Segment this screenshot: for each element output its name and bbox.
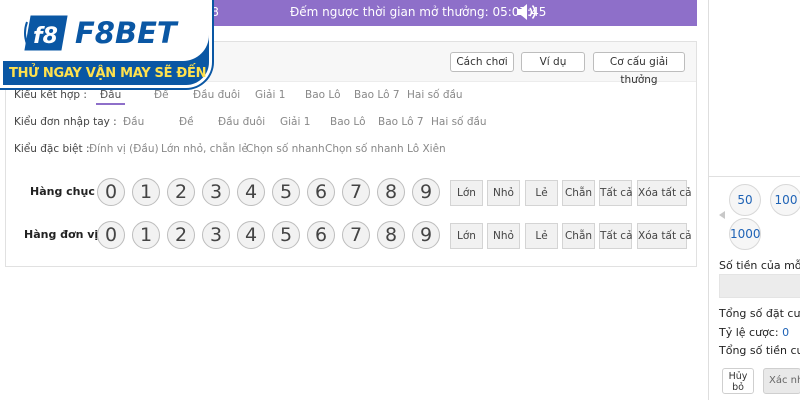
chip-1000[interactable]: 1000 xyxy=(729,218,761,250)
combo-option-bao-lo[interactable]: Bao Lô xyxy=(305,89,341,101)
special-type-label: Kiểu đặc biệt : xyxy=(14,143,90,155)
tens-even-button[interactable]: Chẵn xyxy=(562,180,595,206)
odds-label: Tỷ lệ cược: xyxy=(719,326,779,339)
combo-type-label: Kiểu kết hợp : xyxy=(14,89,87,101)
cancel-button[interactable]: Hủy bỏ xyxy=(722,368,754,394)
manual-type-label: Kiểu đơn nhập tay : xyxy=(14,116,117,128)
tens-digit-3[interactable]: 3 xyxy=(202,178,230,206)
units-clear-all-button[interactable]: Xóa tất cả xyxy=(637,223,692,249)
tens-digit-5[interactable]: 5 xyxy=(272,178,300,206)
brand-slogan: THỬ NGAY VẬN MAY SẼ ĐẾN xyxy=(9,66,207,81)
brand-name: F8BET xyxy=(75,16,177,50)
tens-digit-6[interactable]: 6 xyxy=(307,178,335,206)
tens-digit-0[interactable]: 0 xyxy=(97,178,125,206)
units-digit-6[interactable]: 6 xyxy=(307,221,335,249)
units-digit-9[interactable]: 9 xyxy=(412,221,440,249)
combo-option-hai-so-dau[interactable]: Hai số đầu xyxy=(407,89,463,101)
combo-option-dau-duoi[interactable]: Đầu đuôi xyxy=(193,89,240,101)
tens-digit-4[interactable]: 4 xyxy=(237,178,265,206)
combo-option-dau[interactable]: Đầu xyxy=(95,89,126,105)
combo-option-bao-lo-7[interactable]: Bao Lô 7 xyxy=(354,89,400,101)
manual-option-hai-so-dau[interactable]: Hai số đầu xyxy=(431,116,487,128)
divider xyxy=(709,176,800,177)
units-digit-7[interactable]: 7 xyxy=(342,221,370,249)
example-button[interactable]: Ví dụ xyxy=(521,52,585,72)
units-all-button[interactable]: Tất cả xyxy=(599,223,633,249)
tens-clear-all-button[interactable]: Xóa tất cả xyxy=(637,180,692,206)
units-digit-4[interactable]: 4 xyxy=(237,221,265,249)
manual-option-de[interactable]: Đề xyxy=(179,116,194,128)
tens-digit-9[interactable]: 9 xyxy=(412,178,440,206)
units-digit-2[interactable]: 2 xyxy=(167,221,195,249)
units-small-button[interactable]: Nhỏ xyxy=(487,223,520,249)
manual-option-bao-lo-7[interactable]: Bao Lô 7 xyxy=(378,116,424,128)
special-option-dinh-vi[interactable]: Đính vị (Đầu) xyxy=(89,143,159,155)
units-digit-1[interactable]: 1 xyxy=(132,221,160,249)
brand-logo[interactable]: f8 F8BET THỬ NGAY VẬN MAY SẼ ĐẾN xyxy=(0,0,212,88)
tens-digit-8[interactable]: 8 xyxy=(377,178,405,206)
draw-countdown: Đếm ngược thời gian mở thưởng: 05:07:45 xyxy=(290,5,547,19)
tens-digit-7[interactable]: 7 xyxy=(342,178,370,206)
manual-option-bao-lo[interactable]: Bao Lô xyxy=(330,116,366,128)
total-bets-label: Tổng số đặt cược xyxy=(719,307,800,320)
manual-option-dau[interactable]: Đầu xyxy=(123,116,144,128)
units-even-button[interactable]: Chẵn xyxy=(562,223,595,249)
chip-50[interactable]: 50 xyxy=(729,184,761,216)
how-to-play-button[interactable]: Cách chơi xyxy=(450,52,514,72)
amount-per-bet-input[interactable] xyxy=(719,274,800,298)
special-option-chon-so-nhanh[interactable]: Chọn số nhanh xyxy=(246,143,325,155)
units-digit-3[interactable]: 3 xyxy=(202,221,230,249)
svg-text:f8: f8 xyxy=(33,24,58,49)
amount-per-bet-label: Số tiền của mỗi c xyxy=(719,259,800,272)
special-option-chon-so-nhanh-lo-xien[interactable]: Chọn số nhanh Lô Xiên xyxy=(325,143,446,155)
units-big-button[interactable]: Lớn xyxy=(450,223,483,249)
tens-big-button[interactable]: Lớn xyxy=(450,180,483,206)
units-row-label: Hàng đơn vị xyxy=(24,228,99,241)
manual-option-dau-duoi[interactable]: Đầu đuôi xyxy=(218,116,265,128)
odds-value: 0 xyxy=(782,326,790,339)
odds-row: Tỷ lệ cược: 0 xyxy=(719,326,789,339)
manual-option-giai-1[interactable]: Giải 1 xyxy=(280,116,310,128)
special-option-lon-nho-chan-le[interactable]: Lớn nhỏ, chẵn lẻ xyxy=(161,143,248,155)
f8-emblem-icon: f8 xyxy=(24,15,68,51)
chip-100[interactable]: 100 xyxy=(770,184,800,216)
confirm-button[interactable]: Xác nhận xyxy=(763,368,800,394)
total-amount-label: Tổng số tiền cược xyxy=(719,344,800,357)
combo-option-giai-1[interactable]: Giải 1 xyxy=(255,89,285,101)
units-odd-button[interactable]: Lẻ xyxy=(525,223,558,249)
tens-small-button[interactable]: Nhỏ xyxy=(487,180,520,206)
bet-slip-sidebar: 50 100 1000 Số tiền của mỗi c Tổng số đặ… xyxy=(708,0,800,400)
units-digit-5[interactable]: 5 xyxy=(272,221,300,249)
units-digit-0[interactable]: 0 xyxy=(97,221,125,249)
tens-all-button[interactable]: Tất cả xyxy=(599,180,633,206)
tens-odd-button[interactable]: Lẻ xyxy=(525,180,558,206)
prize-structure-button[interactable]: Cơ cấu giải thưởng xyxy=(593,52,685,86)
tens-digit-2[interactable]: 2 xyxy=(167,178,195,206)
speaker-icon[interactable] xyxy=(515,1,539,23)
tens-digit-1[interactable]: 1 xyxy=(132,178,160,206)
chevron-left-icon[interactable] xyxy=(719,211,725,219)
units-digit-8[interactable]: 8 xyxy=(377,221,405,249)
tens-row-label: Hàng chục xyxy=(30,185,95,198)
combo-option-de[interactable]: Đề xyxy=(154,89,169,101)
